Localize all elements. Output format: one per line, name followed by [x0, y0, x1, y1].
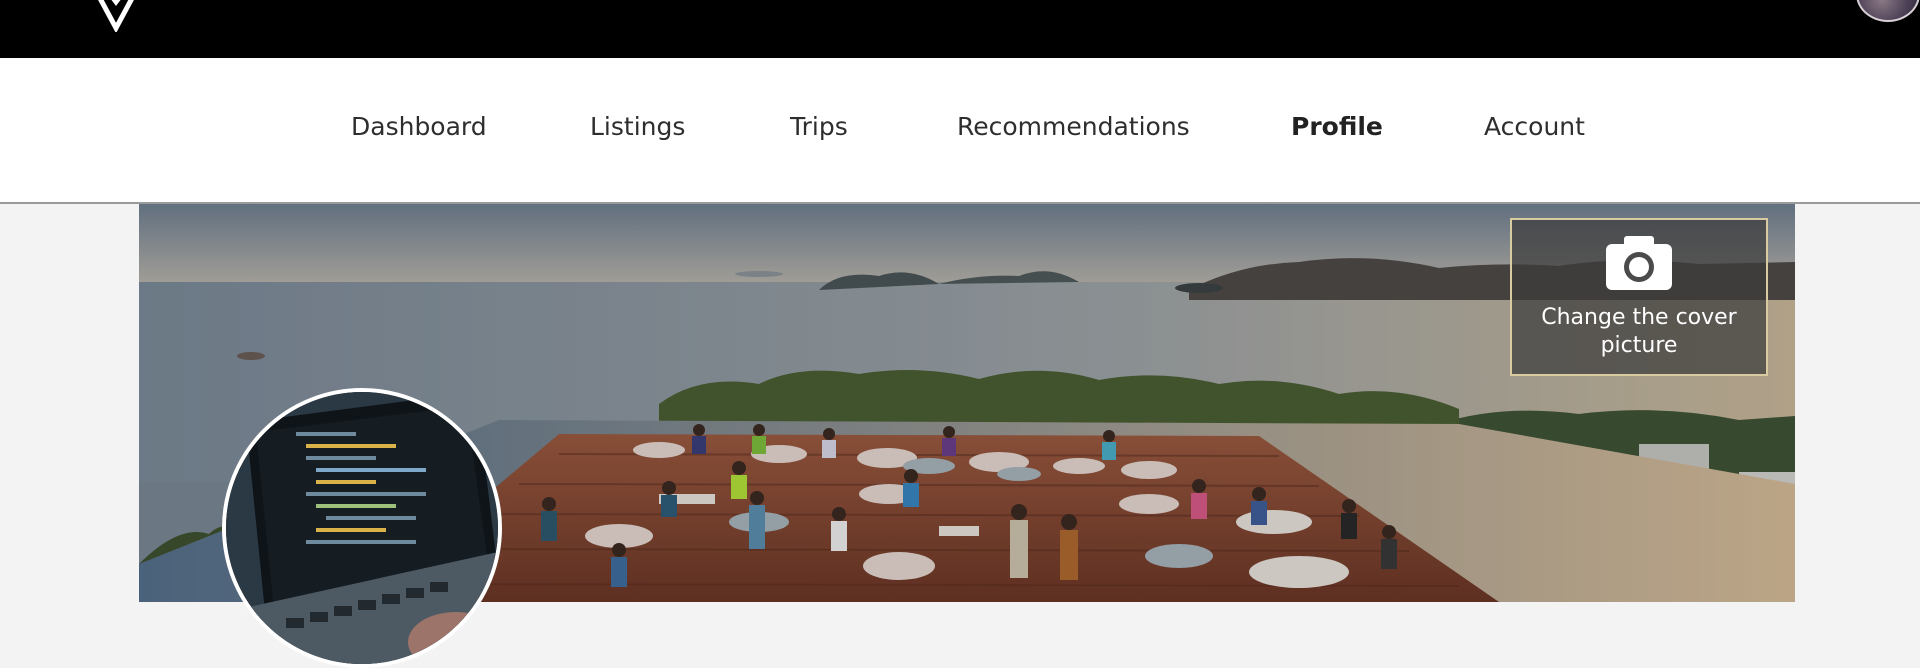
- change-cover-label: Change the cover picture: [1541, 305, 1737, 358]
- nav-item-trips[interactable]: Trips: [790, 112, 848, 141]
- laptop-code-image: [226, 392, 498, 664]
- user-avatar[interactable]: [1856, 0, 1920, 22]
- nav-item-dashboard[interactable]: Dashboard: [351, 112, 487, 141]
- change-cover-button[interactable]: Change the cover picture: [1510, 218, 1768, 376]
- camera-icon: [1606, 236, 1672, 290]
- logo-icon[interactable]: [84, 0, 148, 32]
- profile-picture[interactable]: [222, 388, 502, 668]
- top-bar: [0, 0, 1920, 58]
- nav-item-account[interactable]: Account: [1484, 112, 1585, 141]
- nav-item-listings[interactable]: Listings: [590, 112, 685, 141]
- nav-item-recommendations[interactable]: Recommendations: [957, 112, 1190, 141]
- nav-item-profile[interactable]: Profile: [1291, 112, 1383, 141]
- profile-nav: Dashboard Listings Trips Recommendations…: [0, 58, 1920, 204]
